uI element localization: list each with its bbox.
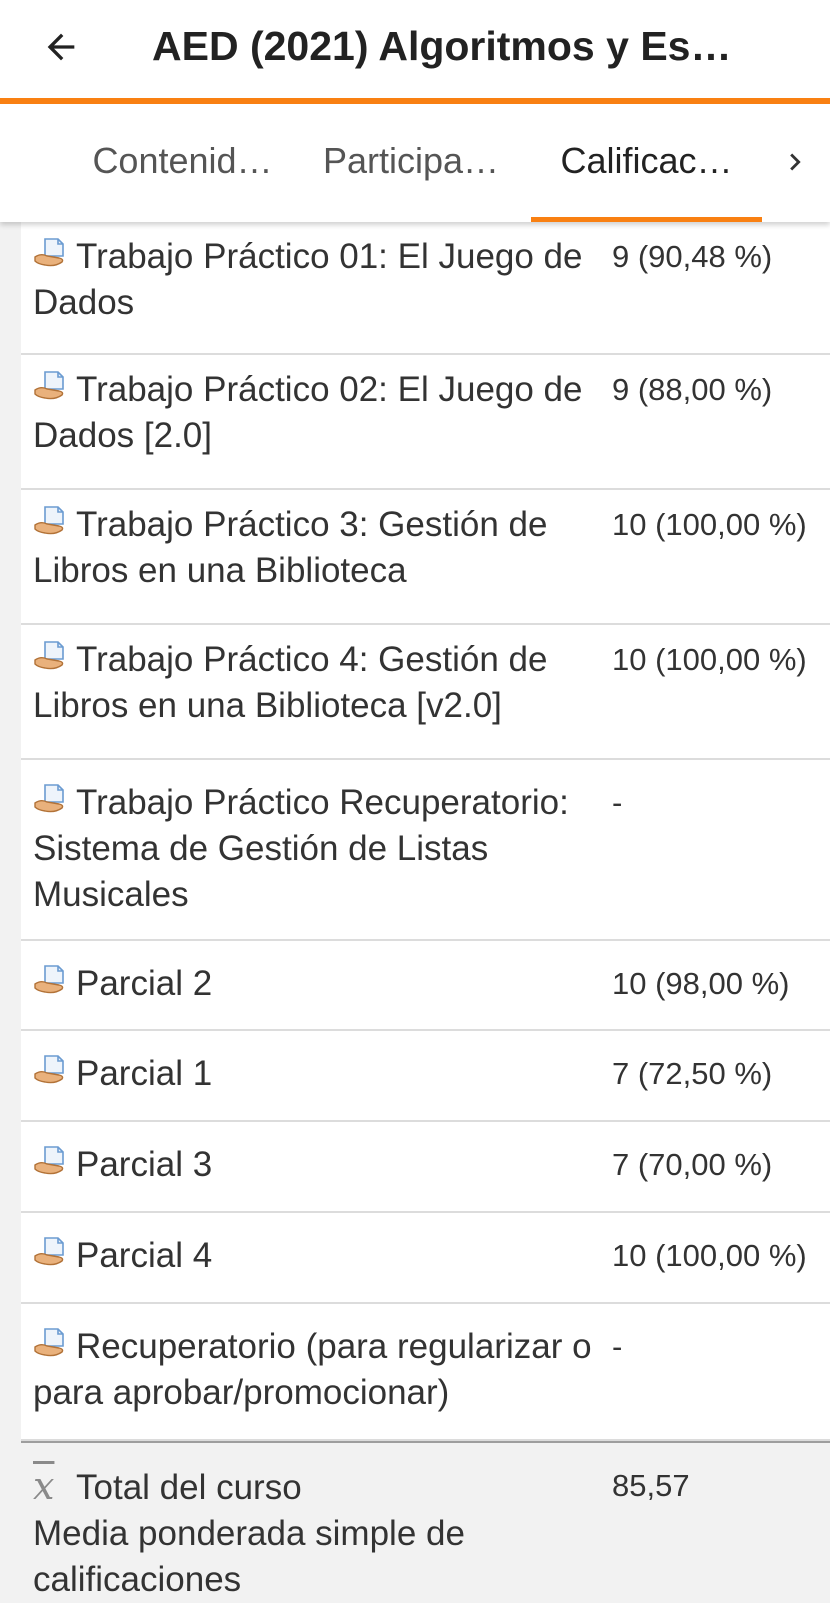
grade-item-name: Parcial 1 bbox=[33, 1051, 611, 1097]
tab-label: Participa… bbox=[322, 140, 500, 181]
grade-row[interactable]: Parcial 1 7 (72,50 %) bbox=[21, 1031, 830, 1122]
course-total-row[interactable]: x Total del curso Media ponderada simple … bbox=[21, 1441, 830, 1601]
grade-item-name: Trabajo Práctico Recuperatorio: Sistema … bbox=[33, 780, 611, 918]
grade-item-label: Parcial 1 bbox=[76, 1054, 213, 1093]
grade-item-name: Trabajo Práctico 4: Gestión de Libros en… bbox=[33, 637, 611, 729]
grade-item-label: Trabajo Práctico 01: El Juego de Dados bbox=[33, 237, 583, 322]
grade-value: 10 (100,00 %) bbox=[612, 507, 807, 542]
course-total-subtitle: Media ponderada simple de calificaciones bbox=[33, 1514, 465, 1599]
grade-row[interactable]: Parcial 2 10 (98,00 %) bbox=[21, 941, 830, 1031]
grade-row[interactable]: Parcial 3 7 (70,00 %) bbox=[21, 1122, 830, 1213]
tab-grades[interactable]: Calificac… bbox=[531, 104, 762, 222]
grades-table: Trabajo Práctico 01: El Juego de Dados 9… bbox=[21, 222, 830, 1601]
arrow-left-icon bbox=[47, 33, 75, 61]
grade-row[interactable]: Parcial 4 10 (100,00 %) bbox=[21, 1213, 830, 1304]
grade-value: 7 (70,00 %) bbox=[612, 1147, 773, 1182]
assignment-hand-icon bbox=[34, 371, 64, 400]
tab-bar: Contenid… Participa… Calificac… bbox=[0, 104, 830, 222]
grade-item-label: Trabajo Práctico 3: Gestión de Libros en… bbox=[33, 505, 548, 590]
tab-contents[interactable]: Contenid… bbox=[80, 104, 285, 222]
grade-item-name: Parcial 2 bbox=[33, 961, 611, 1007]
grade-row[interactable]: Trabajo Práctico 02: El Juego de Dados [… bbox=[21, 355, 830, 490]
grade-row[interactable]: Trabajo Práctico 3: Gestión de Libros en… bbox=[21, 490, 830, 625]
grade-item-label: Trabajo Práctico Recuperatorio: Sistema … bbox=[33, 783, 569, 914]
grade-item-label: Trabajo Práctico 4: Gestión de Libros en… bbox=[33, 640, 548, 725]
grade-item-name: Parcial 3 bbox=[33, 1142, 611, 1188]
assignment-hand-icon bbox=[34, 1146, 64, 1175]
header-accent-line bbox=[0, 98, 830, 104]
grade-row[interactable]: Trabajo Práctico 01: El Juego de Dados 9… bbox=[21, 222, 830, 355]
grade-item-label: Recuperatorio (para regularizar o para a… bbox=[33, 1327, 592, 1412]
grade-row[interactable]: Trabajo Práctico 4: Gestión de Libros en… bbox=[21, 625, 830, 760]
grade-item-label: Parcial 4 bbox=[76, 1236, 213, 1275]
assignment-hand-icon bbox=[34, 784, 64, 813]
grade-item-name: Parcial 4 bbox=[33, 1233, 611, 1279]
course-total-value: 85,57 bbox=[612, 1468, 690, 1503]
assignment-hand-icon bbox=[34, 965, 64, 994]
grade-item-label: Parcial 2 bbox=[76, 964, 213, 1003]
mean-icon: x bbox=[33, 1464, 55, 1508]
grade-value: 9 (90,48 %) bbox=[612, 239, 773, 274]
grade-item-name: Recuperatorio (para regularizar o para a… bbox=[33, 1324, 611, 1416]
tab-label: Contenid… bbox=[92, 140, 273, 181]
grade-value: - bbox=[612, 785, 623, 820]
course-total-name: x Total del curso Media ponderada simple … bbox=[33, 1463, 611, 1603]
grade-value: 10 (100,00 %) bbox=[612, 642, 807, 677]
grade-item-name: Trabajo Práctico 3: Gestión de Libros en… bbox=[33, 502, 611, 594]
back-button[interactable] bbox=[36, 22, 86, 72]
tabs-next-button[interactable] bbox=[770, 134, 820, 190]
assignment-hand-icon bbox=[34, 238, 64, 267]
grade-value: 9 (88,00 %) bbox=[612, 372, 773, 407]
tab-participants[interactable]: Participa… bbox=[307, 104, 515, 222]
app-bar: AED (2021) Algoritmos y Es… bbox=[0, 0, 830, 98]
grade-item-name: Trabajo Práctico 02: El Juego de Dados [… bbox=[33, 367, 611, 459]
assignment-hand-icon bbox=[34, 1328, 64, 1357]
chevron-right-icon bbox=[790, 153, 801, 171]
grade-value: 10 (100,00 %) bbox=[612, 1238, 807, 1273]
assignment-hand-icon bbox=[34, 1237, 64, 1266]
assignment-hand-icon bbox=[34, 641, 64, 670]
grade-value: - bbox=[612, 1329, 623, 1364]
course-total-label: Total del curso bbox=[76, 1468, 302, 1507]
grade-row[interactable]: Recuperatorio (para regularizar o para a… bbox=[21, 1304, 830, 1441]
grade-value: 7 (72,50 %) bbox=[612, 1056, 773, 1091]
grade-item-name: Trabajo Práctico 01: El Juego de Dados bbox=[33, 234, 611, 326]
grade-item-label: Trabajo Práctico 02: El Juego de Dados [… bbox=[33, 370, 583, 455]
assignment-hand-icon bbox=[34, 506, 64, 535]
assignment-hand-icon bbox=[34, 1055, 64, 1084]
grade-item-label: Parcial 3 bbox=[76, 1145, 213, 1184]
grade-value: 10 (98,00 %) bbox=[612, 966, 790, 1001]
grade-row[interactable]: Trabajo Práctico Recuperatorio: Sistema … bbox=[21, 760, 830, 941]
tab-label: Calificac… bbox=[560, 140, 733, 181]
active-tab-indicator bbox=[531, 217, 762, 222]
page-title: AED (2021) Algoritmos y Es… bbox=[152, 23, 732, 69]
